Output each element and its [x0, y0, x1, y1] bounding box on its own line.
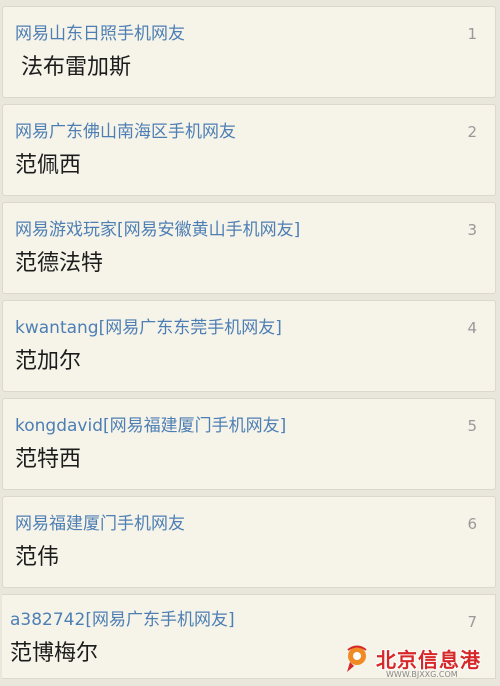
- comment-item-5[interactable]: kongdavid[网易福建厦门手机网友] 范特西 5: [2, 398, 496, 490]
- comment-item-6[interactable]: 网易福建厦门手机网友 范伟 6: [2, 496, 496, 588]
- comment-text: 范伟: [15, 545, 60, 570]
- comment-username[interactable]: 网易山东日照手机网友: [15, 23, 483, 45]
- comment-item-2[interactable]: 网易广东佛山南海区手机网友 范佩西 2: [2, 104, 496, 196]
- watermark-title: 北京信息港: [376, 648, 481, 672]
- comment-username[interactable]: 网易游戏玩家[网易安徽黄山手机网友]: [15, 219, 483, 241]
- comment-text: 范佩西: [15, 153, 82, 178]
- comment-username[interactable]: a382742[网易广东手机网友]: [10, 609, 483, 631]
- comment-username[interactable]: 网易广东佛山南海区手机网友: [15, 121, 483, 143]
- comment-text: 范特西: [15, 447, 82, 472]
- comment-list: 网易山东日照手机网友 法布雷加斯 1 网易广东佛山南海区手机网友 范佩西 2 网…: [0, 0, 500, 686]
- bjxxg-logo-icon: [347, 645, 367, 672]
- site-watermark: 北京信息港 WWW.BJXXG.COM: [342, 640, 494, 684]
- floor-number: 4: [467, 319, 477, 337]
- floor-number: 1: [467, 25, 477, 43]
- comment-username[interactable]: kwantang[网易广东东莞手机网友]: [15, 317, 483, 339]
- floor-number: 7: [467, 613, 477, 631]
- comment-item-4[interactable]: kwantang[网易广东东莞手机网友] 范加尔 4: [2, 300, 496, 392]
- comment-username[interactable]: kongdavid[网易福建厦门手机网友]: [15, 415, 483, 437]
- comment-text: 范加尔: [15, 349, 82, 374]
- watermark-url: WWW.BJXXG.COM: [386, 670, 458, 679]
- floor-number: 3: [467, 221, 477, 239]
- floor-number: 6: [467, 515, 477, 533]
- comment-text: 法布雷加斯: [21, 55, 132, 80]
- floor-number: 2: [467, 123, 477, 141]
- comment-text: 范德法特: [15, 251, 104, 276]
- comment-username[interactable]: 网易福建厦门手机网友: [15, 513, 483, 535]
- floor-number: 5: [467, 417, 477, 435]
- comment-item-3[interactable]: 网易游戏玩家[网易安徽黄山手机网友] 范德法特 3: [2, 202, 496, 294]
- comment-item-1[interactable]: 网易山东日照手机网友 法布雷加斯 1: [2, 6, 496, 98]
